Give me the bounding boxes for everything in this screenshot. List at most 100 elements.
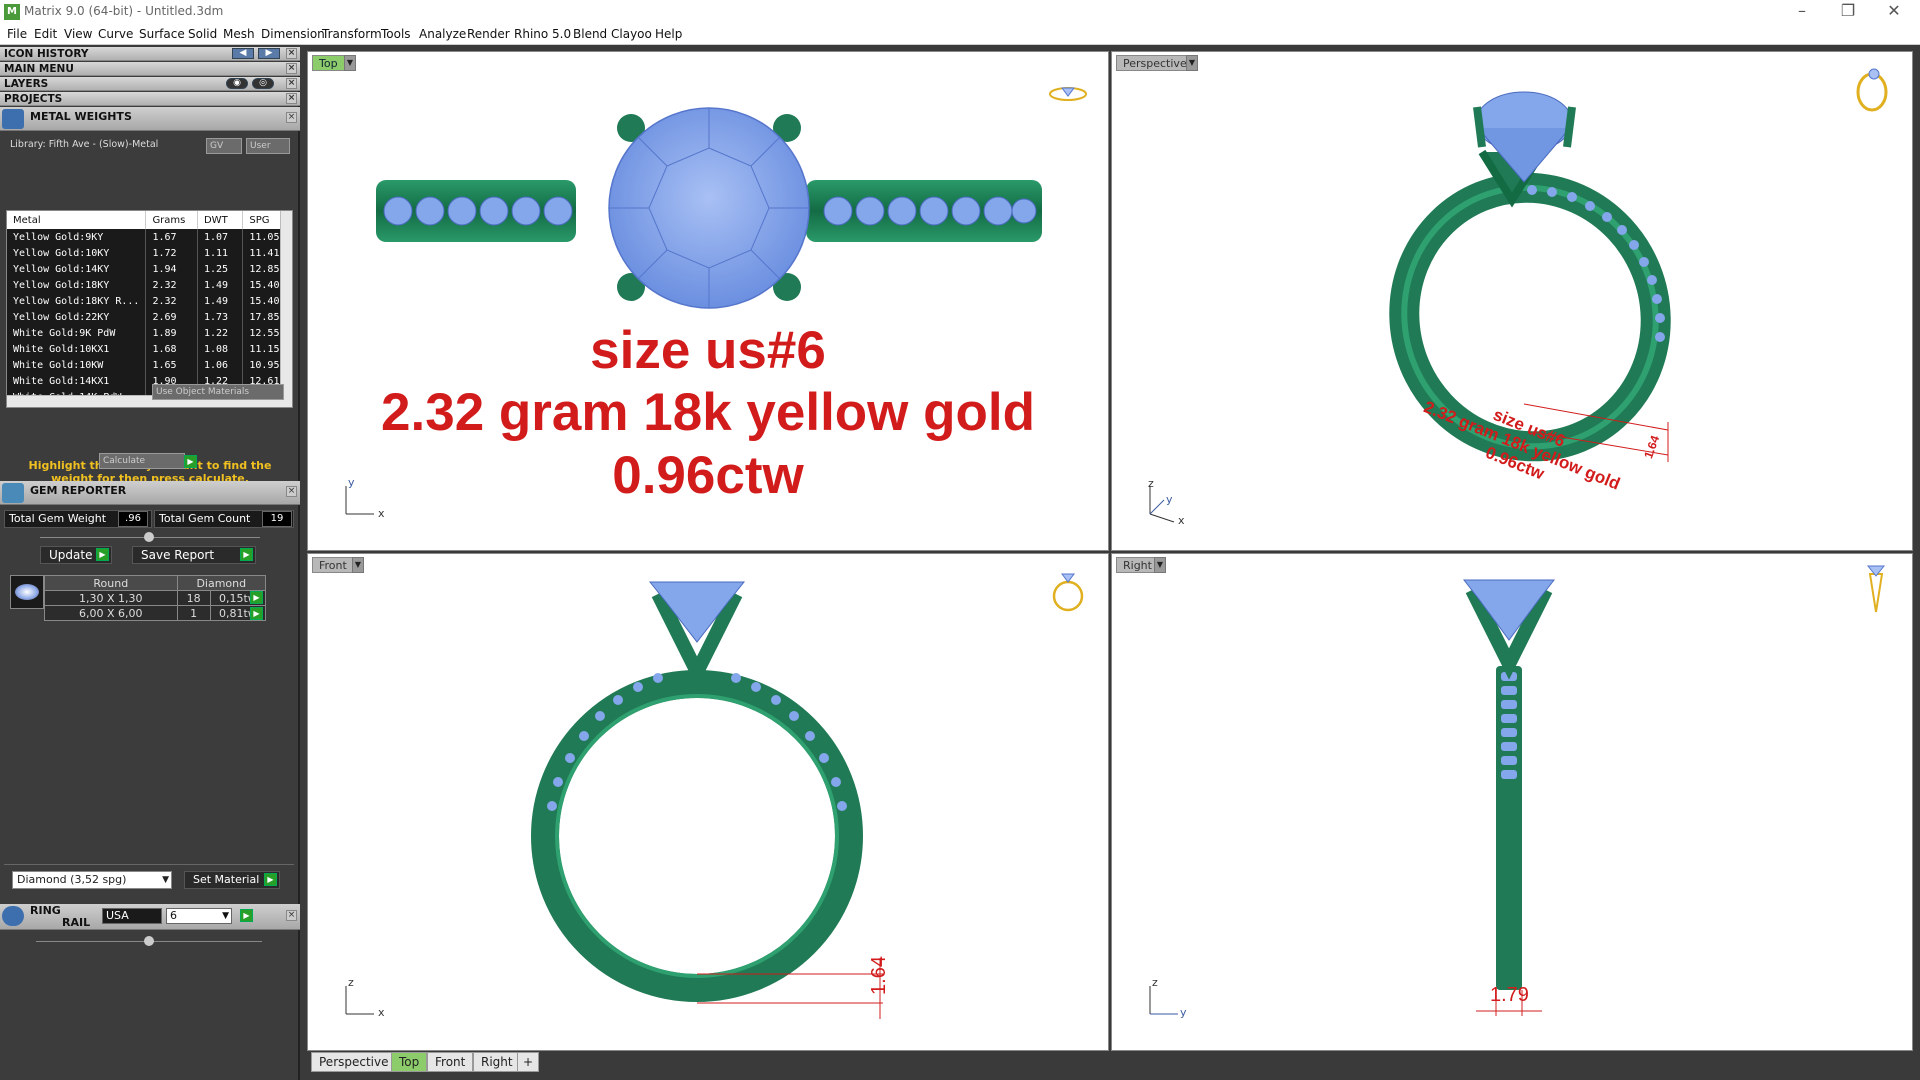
- vertical-scrollbar[interactable]: [280, 211, 292, 407]
- grams-value: 2.32: [145, 277, 198, 293]
- play-arrow-icon[interactable]: ▶: [240, 909, 253, 922]
- gem-row[interactable]: 1,30 X 1,30 18 0,15tw: [44, 590, 267, 606]
- slider-handle[interactable]: [144, 936, 154, 946]
- menu-transform[interactable]: Transform: [322, 27, 382, 41]
- round-gem-icon[interactable]: [10, 575, 44, 609]
- close-icon[interactable]: ×: [286, 93, 297, 104]
- chevron-down-icon[interactable]: ▼: [1154, 557, 1166, 573]
- chevron-down-icon: ▼: [222, 911, 229, 921]
- dimension-value: 1.79: [1490, 984, 1529, 1006]
- menu-view[interactable]: View: [64, 27, 92, 41]
- gv-button[interactable]: GV: [206, 138, 242, 154]
- chevron-down-icon[interactable]: ▼: [344, 55, 356, 71]
- tab-front[interactable]: Front: [427, 1052, 474, 1072]
- close-icon[interactable]: ×: [286, 112, 297, 123]
- menu-mesh[interactable]: Mesh: [223, 27, 255, 41]
- menu-analyze[interactable]: Analyze: [419, 27, 466, 41]
- table-row[interactable]: Yellow Gold:22KY 2.69 1.73 17.85: [7, 309, 287, 325]
- menu-curve[interactable]: Curve: [98, 27, 133, 41]
- size-select[interactable]: 6 ▼: [166, 908, 232, 924]
- viewport-perspective[interactable]: Perspective ▼ size us#6 2.32 gram 18k ye…: [1111, 51, 1913, 551]
- metal-table-grid: Metal Grams DWT SPG Yellow Gold:9KY 1.67 1…: [7, 211, 287, 405]
- tab-right[interactable]: Right: [473, 1052, 521, 1072]
- country-select[interactable]: USA: [102, 908, 162, 924]
- eye-icon[interactable]: ◉: [226, 78, 248, 89]
- gem-size: 1,30 X 1,30: [44, 590, 178, 606]
- close-icon[interactable]: ×: [286, 486, 297, 497]
- menu-rhino[interactable]: Rhino 5.0: [514, 27, 571, 41]
- menu-tools[interactable]: Tools: [381, 27, 411, 41]
- table-row[interactable]: Yellow Gold:18KY R... 2.32 1.49 15.40: [7, 293, 287, 309]
- ring-thumbnail-icon: [1049, 87, 1087, 101]
- annotation-weight: 2.32 gram 18k yellow gold: [381, 383, 1035, 442]
- projects-header[interactable]: PROJECTS ×: [0, 92, 300, 106]
- menu-solid[interactable]: Solid: [188, 27, 217, 41]
- viewport-front[interactable]: Front ▼ 1.64 z x: [307, 553, 1109, 1051]
- save-report-button[interactable]: Save Report: [132, 546, 256, 564]
- tab-top[interactable]: Top: [391, 1052, 428, 1072]
- col-dwt[interactable]: DWT: [197, 211, 244, 229]
- play-arrow-icon[interactable]: ▶: [96, 548, 109, 561]
- gem-header-diamond: Diamond: [176, 575, 267, 591]
- material-select[interactable]: Diamond (3,52 spg) ▼: [12, 871, 172, 889]
- table-row[interactable]: Yellow Gold:14KY 1.94 1.25 12.85: [7, 261, 287, 277]
- menu-edit[interactable]: Edit: [34, 27, 57, 41]
- viewport-top-label[interactable]: Top: [312, 55, 345, 71]
- back-arrow-icon[interactable]: ◀: [232, 48, 254, 59]
- table-row[interactable]: Yellow Gold:9KY 1.67 1.07 11.05: [7, 229, 287, 245]
- add-tab-icon[interactable]: +: [517, 1052, 540, 1072]
- calculate-button[interactable]: Calculate: [99, 453, 185, 469]
- menu-render[interactable]: Render: [467, 27, 510, 41]
- close-icon[interactable]: ×: [286, 78, 297, 89]
- close-icon[interactable]: ×: [286, 910, 297, 921]
- user-button[interactable]: User: [246, 138, 290, 154]
- slider-handle[interactable]: [144, 532, 154, 542]
- table-row[interactable]: White Gold:10KW 1.65 1.06 10.95: [7, 357, 287, 373]
- close-icon[interactable]: ×: [286, 63, 297, 74]
- menu-help[interactable]: Help: [655, 27, 682, 41]
- use-object-materials-button[interactable]: Use Object Materials: [152, 384, 284, 400]
- minimize-button[interactable]: –: [1780, 0, 1824, 22]
- chevron-down-icon[interactable]: ▼: [1186, 55, 1198, 71]
- metal-name: Yellow Gold:10KY: [7, 245, 147, 261]
- eye-toggle-icon[interactable]: ◎: [252, 78, 274, 89]
- menu-dimension[interactable]: Dimension: [261, 27, 325, 41]
- dwt-value: 1.25: [197, 261, 244, 277]
- play-arrow-icon[interactable]: ▶: [184, 455, 197, 468]
- restore-button[interactable]: ❐: [1826, 0, 1870, 22]
- play-arrow-icon[interactable]: ▶: [250, 591, 263, 604]
- viewport-right-label[interactable]: Right: [1116, 557, 1159, 573]
- tab-perspective[interactable]: Perspective: [311, 1052, 397, 1072]
- material-value: Diamond (3,52 spg): [17, 873, 127, 886]
- table-row[interactable]: White Gold:9K PdW 1.89 1.22 12.55: [7, 325, 287, 341]
- table-row[interactable]: Yellow Gold:10KY 1.72 1.11 11.41: [7, 245, 287, 261]
- chevron-down-icon[interactable]: ▼: [352, 557, 364, 573]
- gem-reporter-header: GEM REPORTER ×: [0, 481, 300, 505]
- total-gem-weight-value: .96: [118, 511, 148, 527]
- play-arrow-icon[interactable]: ▶: [264, 873, 277, 886]
- layers-header[interactable]: LAYERS ◉ ◎ ×: [0, 77, 300, 91]
- total-gem-count-text: Total Gem Count: [159, 512, 251, 525]
- gem-row[interactable]: 6,00 X 6,00 1 0,81tw: [44, 605, 267, 621]
- menu-file[interactable]: File: [7, 27, 27, 41]
- viewport-top[interactable]: Top ▼ size us#6 2.32 gram 18k yellow gol…: [307, 51, 1109, 551]
- menu-blend[interactable]: Blend: [573, 27, 607, 41]
- table-row[interactable]: Yellow Gold:18KY 2.32 1.49 15.40: [7, 277, 287, 293]
- play-arrow-icon[interactable]: ▶: [240, 548, 253, 561]
- icon-history-header[interactable]: ICON HISTORY ◀ ▶ ×: [0, 47, 300, 61]
- viewport-right[interactable]: Right ▼ 1.79 z y: [1111, 553, 1913, 1051]
- col-grams[interactable]: Grams: [145, 211, 198, 229]
- viewport-perspective-label[interactable]: Perspective: [1116, 55, 1194, 71]
- menu-clayoo[interactable]: Clayoo: [611, 27, 652, 41]
- play-arrow-icon[interactable]: ▶: [250, 607, 263, 620]
- col-metal[interactable]: Metal: [7, 211, 147, 229]
- close-button[interactable]: ✕: [1872, 0, 1916, 22]
- table-row[interactable]: White Gold:10KX1 1.68 1.08 11.15: [7, 341, 287, 357]
- viewport-front-label[interactable]: Front: [312, 557, 354, 573]
- metal-table[interactable]: Metal Grams DWT SPG Yellow Gold:9KY 1.67 1…: [6, 210, 293, 408]
- dwt-value: 1.49: [197, 277, 244, 293]
- close-icon[interactable]: ×: [286, 48, 297, 59]
- main-menu-header[interactable]: MAIN MENU ×: [0, 62, 300, 76]
- menu-surface[interactable]: Surface: [139, 27, 185, 41]
- forward-arrow-icon[interactable]: ▶: [258, 48, 280, 59]
